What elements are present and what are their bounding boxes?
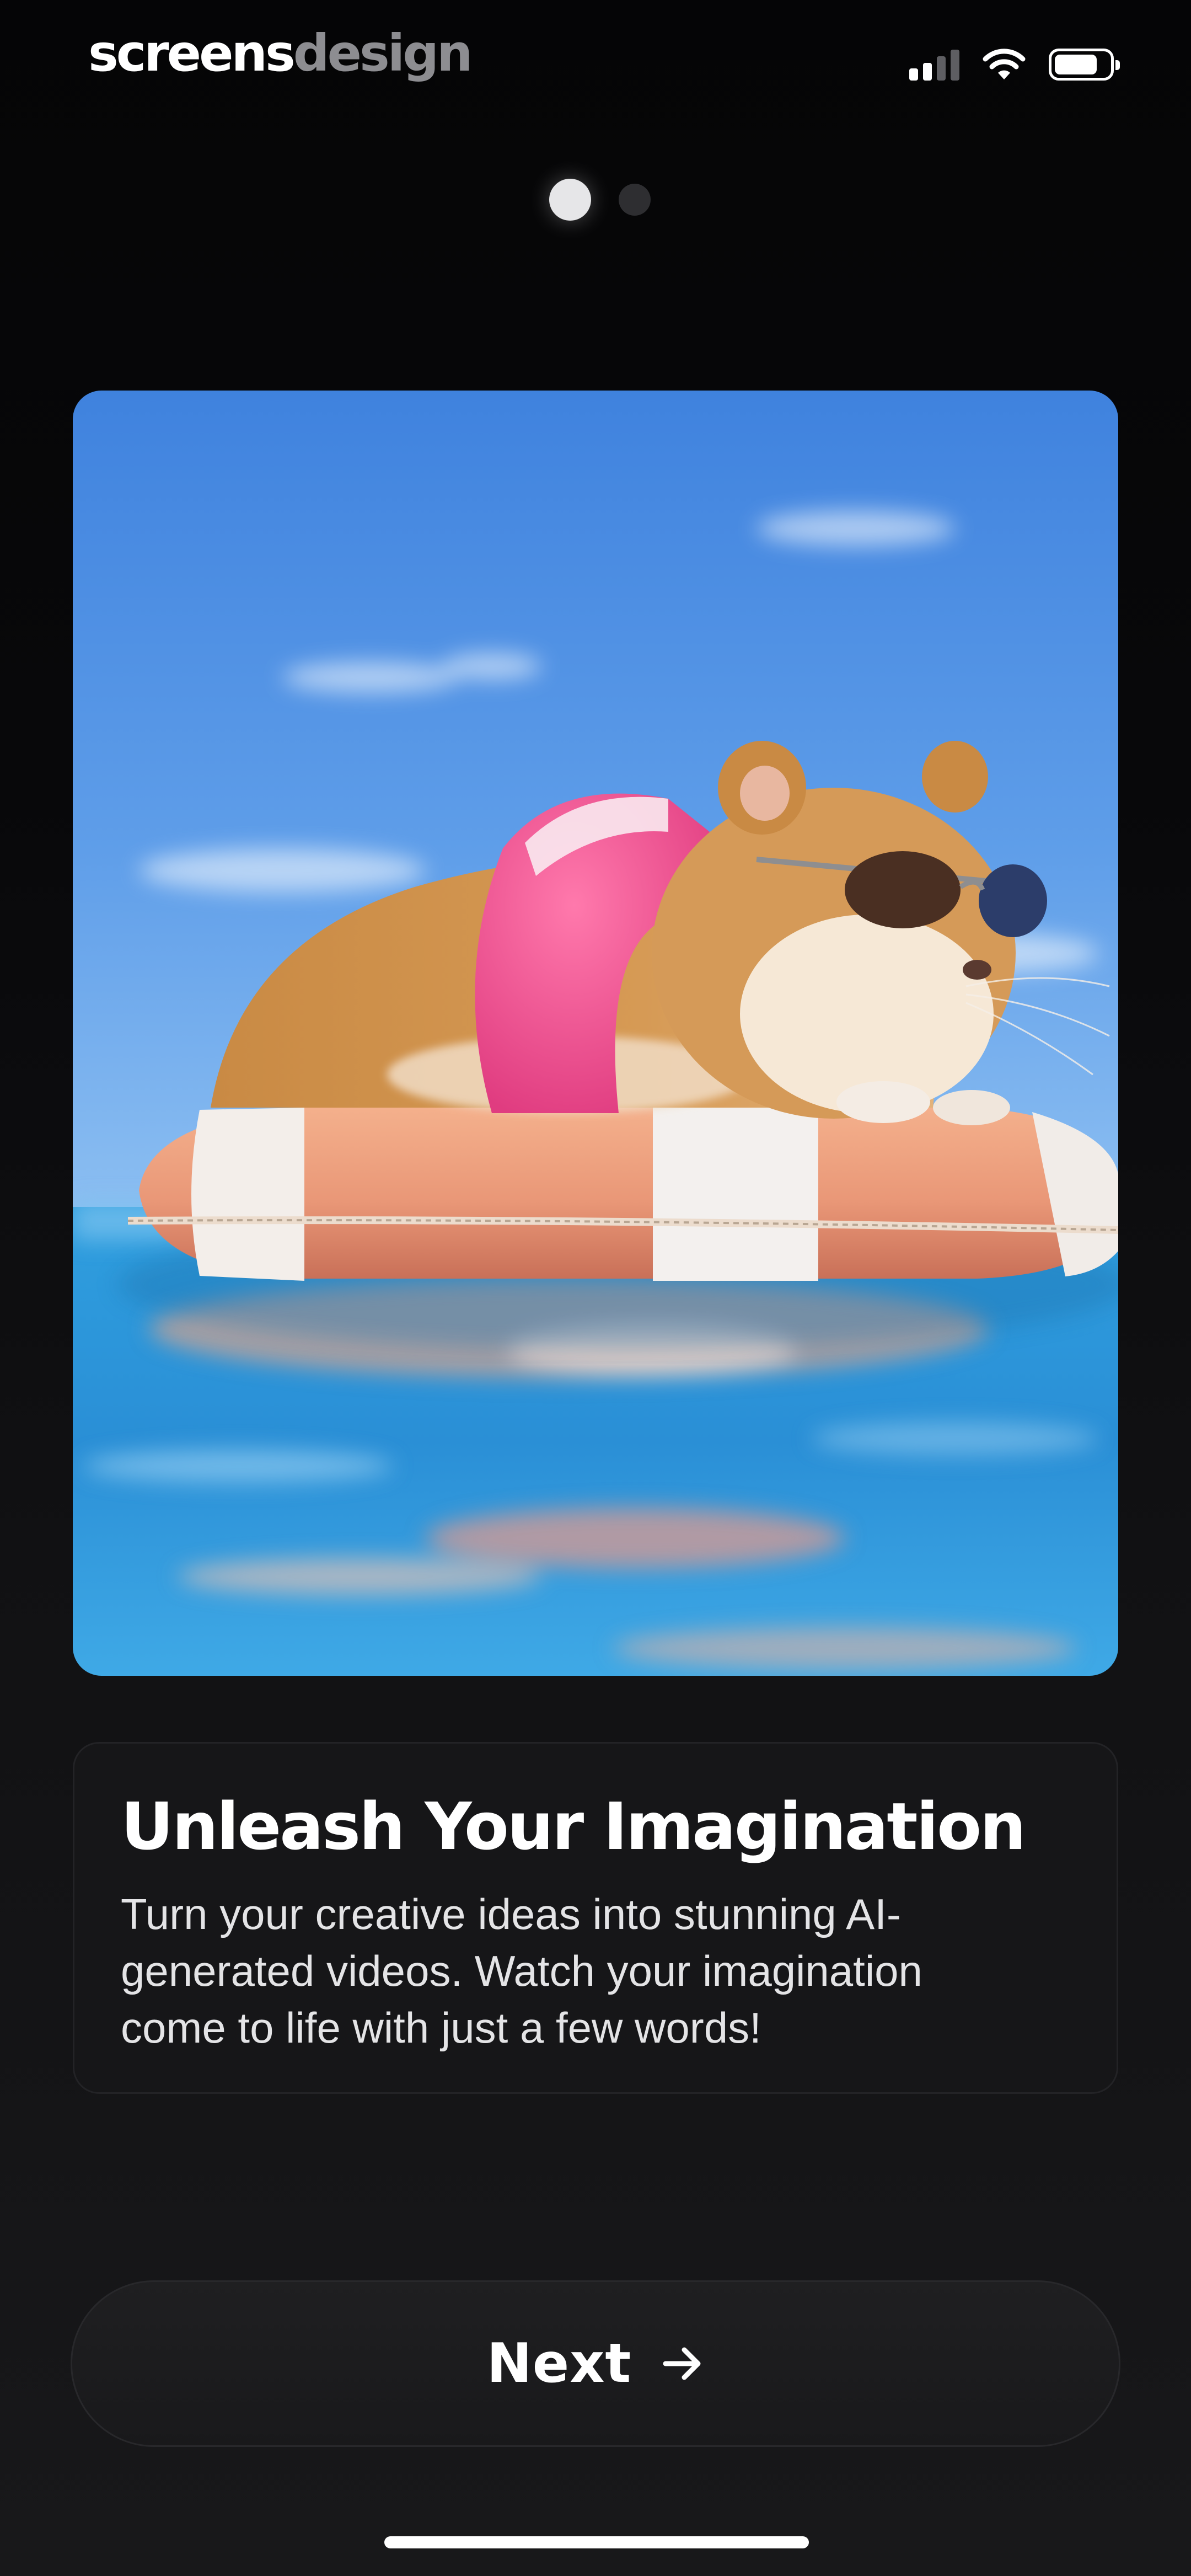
- page-dot[interactable]: [619, 184, 651, 216]
- wifi-icon: [983, 49, 1026, 79]
- status-icons: [909, 45, 1120, 84]
- next-button-label: Next: [486, 2332, 632, 2395]
- cellular-signal-icon: [909, 49, 959, 81]
- onboarding-info-card: Unleash Your Imagination Turn your creat…: [73, 1742, 1118, 2094]
- card-title: Unleash Your Imagination: [121, 1788, 1026, 1864]
- hamster-with-sunglasses-on-float-ring-icon: [73, 391, 1118, 1676]
- page-dot-active[interactable]: [549, 179, 591, 221]
- battery-icon: [1049, 49, 1120, 81]
- arrow-right-icon: [663, 2347, 701, 2380]
- home-indicator[interactable]: [384, 2536, 809, 2548]
- hero-image: [73, 391, 1118, 1676]
- brand-watermark: screensdesign: [88, 23, 473, 84]
- brand-part-screens: screens: [88, 24, 296, 83]
- brand-part-design: design: [293, 24, 473, 83]
- page-indicator: [0, 179, 1191, 221]
- card-description: Turn your creative ideas into stunning A…: [121, 1890, 922, 2052]
- onboarding-screen: screensdesign Unleash Your Imagination T…: [0, 0, 1191, 2576]
- next-button[interactable]: Next: [71, 2280, 1120, 2447]
